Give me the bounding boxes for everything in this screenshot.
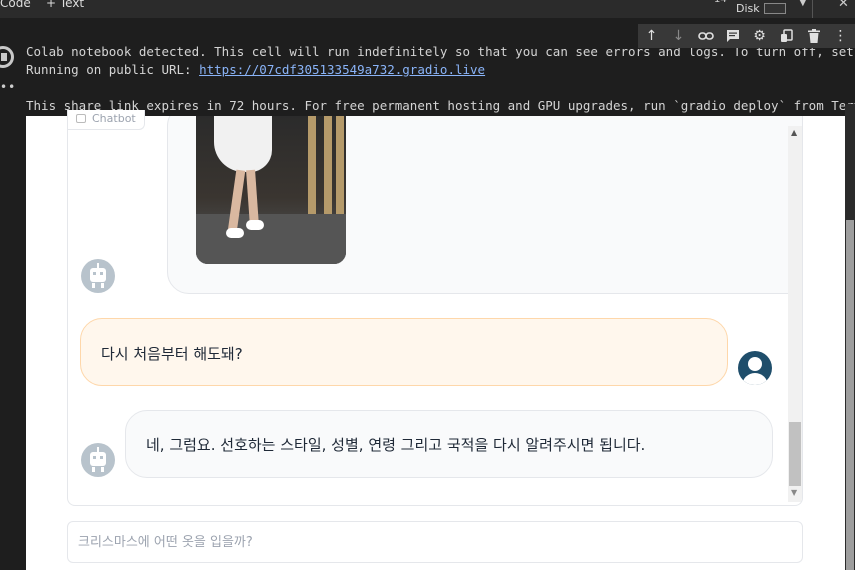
- output-line: Running on public URL: https://07cdf3051…: [26, 62, 485, 77]
- scroll-up-icon[interactable]: ▲: [791, 128, 797, 137]
- robot-icon: [90, 268, 106, 282]
- message-input-box[interactable]: [67, 521, 803, 563]
- colab-topbar: Code + Text 14 Disk ▼ ✕: [0, 0, 855, 18]
- gradio-app: 다시 처음부터 해도돼? 네, 그럼요. 선호하는 스타일, 성별, 연령 그리…: [26, 110, 855, 570]
- gear-icon[interactable]: ⚙: [746, 24, 773, 48]
- photo-detail: [196, 214, 346, 264]
- disk-label: Disk: [736, 2, 760, 15]
- arrow-down-icon[interactable]: ↓: [665, 24, 692, 48]
- chat-scrollbar[interactable]: ▲ ▼: [788, 126, 802, 502]
- photo-detail: [308, 116, 316, 216]
- scroll-thumb[interactable]: [789, 422, 801, 486]
- user-icon: [742, 373, 768, 385]
- photo-detail: [246, 220, 264, 230]
- photo-detail: [226, 228, 244, 238]
- chatbot-label-text: Chatbot: [92, 112, 136, 125]
- output-line: This share link expires in 72 hours. For…: [26, 98, 855, 113]
- link-icon[interactable]: [692, 24, 719, 48]
- cell-gutter: ••: [0, 18, 26, 570]
- add-text-button[interactable]: + Text: [46, 0, 84, 10]
- chatbot-panel: 다시 처음부터 해도돼? 네, 그럼요. 선호하는 스타일, 성별, 연령 그리…: [67, 116, 803, 506]
- robot-icon: [92, 467, 95, 472]
- more-vert-icon[interactable]: ⋮: [827, 24, 854, 48]
- mirror-icon[interactable]: [773, 24, 800, 48]
- bot-avatar: [81, 443, 115, 477]
- photo-detail: [336, 116, 344, 216]
- page-scrollbar[interactable]: [845, 104, 855, 570]
- run-cell-icon[interactable]: [0, 46, 14, 68]
- ram-value: 14: [714, 0, 727, 5]
- cell-toolbar: ↑ ↓ ⚙ ⋮: [638, 24, 855, 48]
- photo-detail: [324, 116, 332, 216]
- robot-icon: [92, 283, 95, 288]
- user-message: 다시 처음부터 해도돼?: [80, 318, 728, 386]
- bot-message: 네, 그럼요. 선호하는 스타일, 성별, 연령 그리고 국적을 다시 알려주시…: [125, 410, 773, 478]
- scroll-down-icon[interactable]: ▼: [791, 488, 797, 497]
- chevron-down-icon[interactable]: ▼: [799, 0, 807, 8]
- chatbot-label: Chatbot: [67, 110, 145, 130]
- comment-icon[interactable]: [719, 24, 746, 48]
- bot-avatar: [81, 259, 115, 293]
- message-input[interactable]: [68, 522, 802, 562]
- close-icon[interactable]: ✕: [838, 0, 849, 11]
- photo-detail: [214, 116, 272, 172]
- trash-icon[interactable]: [800, 24, 827, 48]
- chat-icon: [76, 114, 86, 123]
- disk-usage-bar[interactable]: [764, 3, 786, 14]
- outfit-photo[interactable]: [196, 116, 346, 264]
- more-dots-icon[interactable]: ••: [0, 80, 16, 94]
- public-url-link[interactable]: https://07cdf305133549a732.gradio.live: [199, 62, 485, 77]
- user-icon: [748, 357, 762, 371]
- divider: [812, 0, 813, 18]
- user-avatar: [738, 351, 772, 385]
- arrow-up-icon[interactable]: ↑: [638, 24, 665, 48]
- robot-icon: [90, 452, 106, 466]
- add-code-button[interactable]: Code: [0, 0, 31, 10]
- page-scroll-thumb[interactable]: [846, 220, 854, 570]
- output-prefix: Running on public URL:: [26, 62, 200, 77]
